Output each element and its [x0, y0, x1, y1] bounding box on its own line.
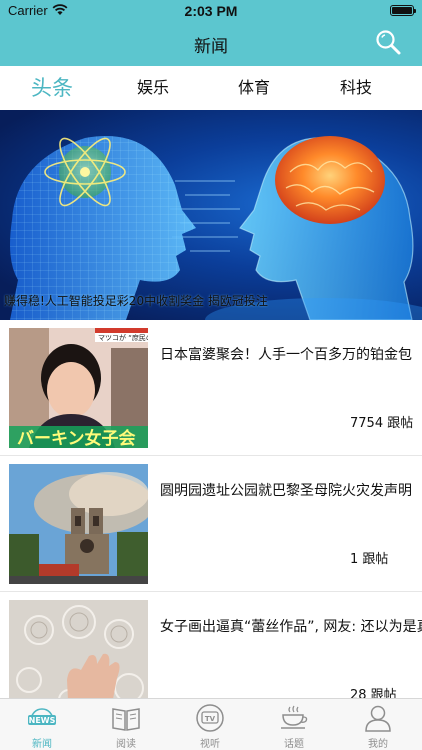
tv-icon: TV [196, 704, 224, 732]
tab-entertainment[interactable]: 娱乐 [113, 66, 193, 110]
news-comment-count: 7754 跟帖 [350, 416, 414, 431]
tab-sports[interactable]: 体育 [214, 66, 294, 110]
news-comment-count: 1 跟帖 [350, 552, 389, 567]
person-icon [365, 705, 391, 732]
news-list: マツコが “庶民のディープな場所” バーキン女子会 日本富婆聚会！人手一个百多万… [0, 320, 422, 698]
tabbar-item-video[interactable]: TV 视听 [168, 699, 252, 750]
tab-technology[interactable]: 科技 [316, 66, 396, 110]
tabbar-label: 我的 [368, 739, 388, 750]
tabbar-label: 新闻 [32, 739, 52, 750]
status-time: 2:03 PM [184, 3, 238, 19]
news-item[interactable]: 女子画出逼真“蕾丝作品”, 网友: 还以为是真的 28 跟帖 [0, 592, 422, 698]
news-item[interactable]: 圆明园遗址公园就巴黎圣母院火灾发声明 1 跟帖 [0, 456, 422, 592]
news-thumbnail [9, 464, 148, 584]
page-title: 新闻 [194, 37, 228, 57]
news-title: 女子画出逼真“蕾丝作品”, 网友: 还以为是真的 [160, 619, 422, 635]
search-button[interactable] [374, 28, 402, 56]
svg-text:マツコが “庶民のディープな場所”: マツコが “庶民のディープな場所” [98, 333, 148, 342]
book-icon [112, 708, 140, 731]
news-comment-count: 28 跟帖 [350, 688, 397, 698]
svg-text:バーキン女子会: バーキン女子会 [17, 428, 136, 448]
tabbar-item-news[interactable]: NEWS 新闻 [0, 699, 84, 750]
tabbar-label: 阅读 [116, 739, 136, 750]
news-thumbnail: マツコが “庶民のディープな場所” バーキン女子会 [9, 328, 148, 448]
news-item[interactable]: マツコが “庶民のディープな場所” バーキン女子会 日本富婆聚会！人手一个百多万… [0, 320, 422, 456]
search-icon [376, 30, 401, 55]
news-thumbnail [9, 600, 148, 698]
category-tabs: 头条 娱乐 体育 科技 [0, 66, 422, 110]
coffee-cup-icon [281, 705, 308, 729]
news-title: 日本富婆聚会！人手一个百多万的铂金包 [160, 347, 412, 363]
banner-caption: 赚得稳!人工智能投足彩20中收割奖金 揭欧冠投注 [4, 294, 268, 308]
battery-icon [390, 5, 416, 16]
tabbar-label: 话题 [284, 739, 304, 750]
news-app: Carrier 2:03 PM 新闻 头条 娱乐 体育 科技 赚得稳!人工智能投… [0, 0, 422, 750]
banner-image [10, 135, 422, 320]
tabbar-item-topics[interactable]: 话题 [252, 699, 336, 750]
news-title: 圆明园遗址公园就巴黎圣母院火灾发声明 [160, 483, 412, 499]
status-bar: Carrier 2:03 PM [0, 0, 422, 22]
featured-banner[interactable]: 赚得稳!人工智能投足彩20中收割奖金 揭欧冠投注 [0, 110, 422, 320]
tabbar-item-profile[interactable]: 我的 [336, 699, 420, 750]
tabbar-item-read[interactable]: 阅读 [84, 699, 168, 750]
news-icon: NEWS [28, 708, 56, 725]
tab-headlines[interactable]: 头条 [12, 66, 92, 110]
svg-text:NEWS: NEWS [29, 716, 56, 725]
tabbar-label: 视听 [200, 739, 220, 750]
svg-text:TV: TV [205, 715, 216, 723]
tab-bar: NEWS 新闻 阅读 TV 视听 话题 我的 [0, 698, 422, 750]
top-bar: Carrier 2:03 PM 新闻 [0, 0, 422, 66]
